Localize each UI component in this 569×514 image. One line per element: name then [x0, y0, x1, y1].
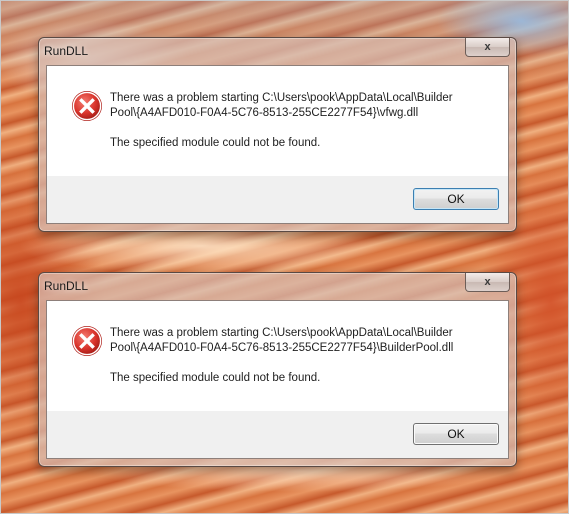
message-area: There was a problem starting C:\Users\po…	[47, 66, 508, 176]
error-detail: The specified module could not be found.	[110, 372, 321, 384]
close-button[interactable]: x	[465, 38, 510, 57]
dialog-client-area: There was a problem starting C:\Users\po…	[46, 65, 509, 224]
error-icon	[72, 91, 102, 121]
message-line: There was a problem starting C:\Users\po…	[110, 92, 453, 104]
ok-button[interactable]: OK	[413, 188, 499, 210]
window-title: RunDLL	[44, 279, 89, 293]
button-bar: OK	[47, 411, 508, 458]
message-area: There was a problem starting C:\Users\po…	[47, 301, 508, 411]
error-message: There was a problem starting C:\Users\po…	[110, 326, 490, 356]
rundll-dialog-2: RunDLL x There was a problem starting C:…	[38, 272, 517, 467]
error-detail: The specified module could not be found.	[110, 137, 321, 149]
close-icon: x	[484, 41, 491, 53]
close-icon: x	[484, 276, 491, 288]
title-bar[interactable]: RunDLL x	[39, 38, 516, 64]
window-title: RunDLL	[44, 44, 89, 58]
title-bar[interactable]: RunDLL x	[39, 273, 516, 299]
error-message: There was a problem starting C:\Users\po…	[110, 91, 490, 121]
message-line: Pool\{A4AFD010-F0A4-5C76-8513-255CE2277F…	[110, 342, 454, 354]
ok-button[interactable]: OK	[413, 423, 499, 445]
message-line: There was a problem starting C:\Users\po…	[110, 327, 453, 339]
error-icon	[72, 326, 102, 356]
message-line: Pool\{A4AFD010-F0A4-5C76-8513-255CE2277F…	[110, 107, 419, 119]
dialog-client-area: There was a problem starting C:\Users\po…	[46, 300, 509, 459]
rundll-dialog-1: RunDLL x There was a problem starting C:…	[38, 37, 517, 232]
button-bar: OK	[47, 176, 508, 223]
close-button[interactable]: x	[465, 273, 510, 292]
